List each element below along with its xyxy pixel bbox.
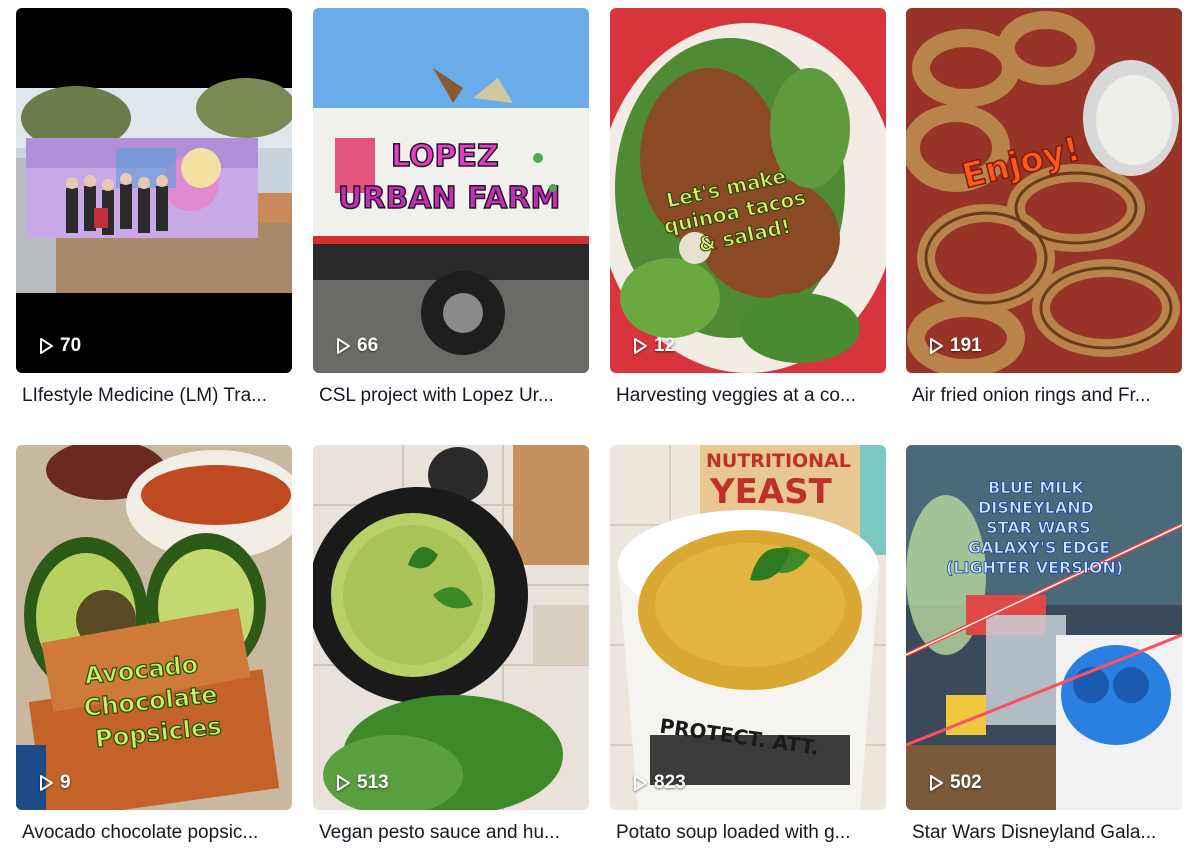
video-caption[interactable]: LIfestyle Medicine (LM) Tra... bbox=[22, 384, 290, 408]
video-caption[interactable]: Star Wars Disneyland Gala... bbox=[912, 821, 1180, 845]
play-outline-icon bbox=[930, 775, 943, 791]
play-outline-icon bbox=[40, 338, 53, 354]
play-outline-icon bbox=[930, 338, 943, 354]
view-count: 513 bbox=[333, 772, 389, 794]
view-count: 70 bbox=[36, 335, 81, 357]
thumbnail-overlay-text: NUTRITIONAL bbox=[706, 450, 851, 472]
view-count-value: 70 bbox=[60, 335, 82, 356]
thumbnail-image: LOPEZ URBAN FARM bbox=[313, 8, 589, 373]
view-count: 9 bbox=[36, 772, 71, 794]
view-count: 12 bbox=[630, 335, 675, 357]
video-grid: 70 LIfestyle Medicine (LM) Tra... LOPEZ … bbox=[0, 0, 1200, 849]
view-count-value: 191 bbox=[950, 335, 982, 356]
thumbnail-overlay-text: BLUE MILK bbox=[988, 478, 1084, 497]
video-card[interactable]: 513 Vegan pesto sauce and hu... bbox=[313, 445, 589, 845]
play-outline-icon bbox=[634, 338, 647, 354]
thumbnail-overlay-text: URBAN FARM bbox=[338, 181, 560, 216]
view-count-value: 502 bbox=[950, 772, 982, 793]
thumbnail-overlay-text: (LIGHTER VERSION) bbox=[946, 558, 1123, 577]
video-caption[interactable]: Potato soup loaded with g... bbox=[616, 821, 884, 845]
play-outline-icon bbox=[40, 775, 53, 791]
video-thumbnail[interactable]: 513 bbox=[313, 445, 589, 810]
thumbnail-image: BLUE MILK DISNEYLAND STAR WARS GALAXY'S … bbox=[906, 445, 1182, 810]
thumbnail-image: Enjoy! bbox=[906, 8, 1182, 373]
video-caption[interactable]: Avocado chocolate popsic... bbox=[22, 821, 290, 845]
thumbnail-image bbox=[16, 8, 292, 373]
video-thumbnail[interactable]: BLUE MILK DISNEYLAND STAR WARS GALAXY'S … bbox=[906, 445, 1182, 810]
thumbnail-image: NUTRITIONAL YEAST PROTECT. ATT. bbox=[610, 445, 886, 810]
video-card[interactable]: 70 LIfestyle Medicine (LM) Tra... bbox=[16, 8, 292, 408]
view-count: 502 bbox=[926, 772, 982, 794]
view-count-value: 66 bbox=[357, 335, 379, 356]
thumbnail-overlay-text: GALAXY'S EDGE bbox=[968, 538, 1110, 557]
video-card[interactable]: Let's make quinoa tacos & salad! 12 Harv… bbox=[610, 8, 886, 408]
thumbnail-overlay-text: LOPEZ bbox=[391, 139, 499, 174]
thumbnail-image: Avocado Chocolate Popsicles bbox=[16, 445, 292, 810]
view-count-value: 12 bbox=[654, 335, 676, 356]
video-caption[interactable]: CSL project with Lopez Ur... bbox=[319, 384, 587, 408]
view-count: 191 bbox=[926, 335, 982, 357]
video-caption[interactable]: Air fried onion rings and Fr... bbox=[912, 384, 1180, 408]
view-count-value: 9 bbox=[60, 772, 71, 793]
video-thumbnail[interactable]: NUTRITIONAL YEAST PROTECT. ATT. 823 bbox=[610, 445, 886, 810]
video-thumbnail[interactable]: 70 bbox=[16, 8, 292, 373]
video-thumbnail[interactable]: LOPEZ URBAN FARM 66 bbox=[313, 8, 589, 373]
play-outline-icon bbox=[634, 775, 647, 791]
view-count-value: 823 bbox=[654, 772, 686, 793]
video-card[interactable]: NUTRITIONAL YEAST PROTECT. ATT. 823 Pota… bbox=[610, 445, 886, 845]
play-outline-icon bbox=[337, 775, 350, 791]
video-thumbnail[interactable]: Avocado Chocolate Popsicles 9 bbox=[16, 445, 292, 810]
thumbnail-overlay-text: STAR WARS bbox=[986, 518, 1091, 537]
view-count: 66 bbox=[333, 335, 378, 357]
video-card[interactable]: Enjoy! 191 Air fried onion rings and Fr.… bbox=[906, 8, 1182, 408]
video-card[interactable]: Avocado Chocolate Popsicles 9 Avocado ch… bbox=[16, 445, 292, 845]
thumbnail-overlay-text: YEAST bbox=[709, 472, 833, 512]
video-card[interactable]: LOPEZ URBAN FARM 66 CSL project with Lop… bbox=[313, 8, 589, 408]
view-count: 823 bbox=[630, 772, 686, 794]
view-count-value: 513 bbox=[357, 772, 389, 793]
video-caption[interactable]: Harvesting veggies at a co... bbox=[616, 384, 884, 408]
play-outline-icon bbox=[337, 338, 350, 354]
video-card[interactable]: BLUE MILK DISNEYLAND STAR WARS GALAXY'S … bbox=[906, 445, 1182, 845]
video-thumbnail[interactable]: Let's make quinoa tacos & salad! 12 bbox=[610, 8, 886, 373]
video-caption[interactable]: Vegan pesto sauce and hu... bbox=[319, 821, 587, 845]
thumbnail-overlay-text: DISNEYLAND bbox=[978, 498, 1094, 517]
video-thumbnail[interactable]: Enjoy! 191 bbox=[906, 8, 1182, 373]
thumbnail-image: Let's make quinoa tacos & salad! bbox=[610, 8, 886, 373]
thumbnail-image bbox=[313, 445, 589, 810]
